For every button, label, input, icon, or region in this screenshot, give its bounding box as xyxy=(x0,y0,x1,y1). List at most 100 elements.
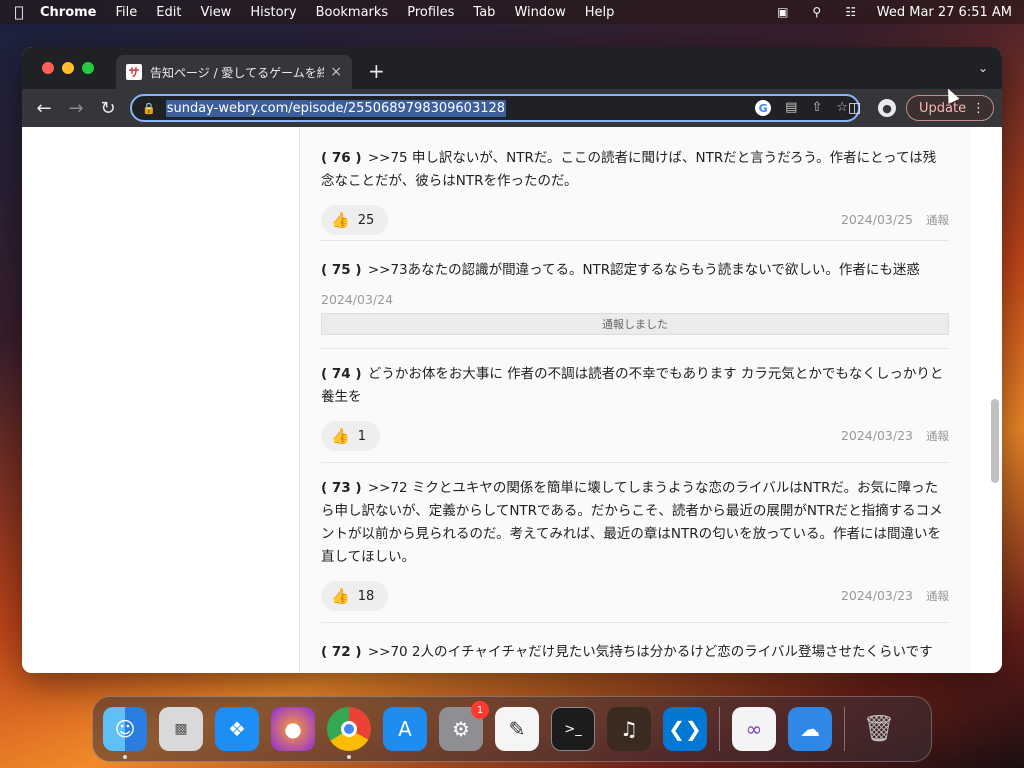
comment-number: ( 72 ) xyxy=(321,644,362,660)
back-button[interactable]: ← xyxy=(28,98,60,119)
side-panel-icon[interactable]: ◫ xyxy=(848,100,861,116)
tab-close-icon[interactable]: × xyxy=(330,64,342,80)
comment-body: >>73あなたの認識が間違ってる。NTR認定するならもう読まないで欲しい。作者に… xyxy=(367,262,920,278)
finder-icon[interactable]: ☺ xyxy=(103,707,147,759)
thumbs-up-icon: 👍 xyxy=(331,427,350,445)
visual-studio-icon[interactable]: ∞ xyxy=(732,707,776,751)
system-settings-icon[interactable]: ⚙ 1 xyxy=(439,701,489,751)
more-menu-icon[interactable]: ⋮ xyxy=(972,101,985,116)
share-icon[interactable]: ⇧ xyxy=(811,100,822,116)
menu-app-name[interactable]: Chrome xyxy=(40,5,97,20)
comment-number: ( 74 ) xyxy=(321,366,362,382)
tab-strip: サ 告知ページ / 愛してるゲームを終 × + ⌄ xyxy=(22,47,1002,89)
menu-profiles[interactable]: Profiles xyxy=(407,5,454,20)
menu-tab[interactable]: Tab xyxy=(473,5,495,20)
reported-notice: 通報しました xyxy=(321,313,949,335)
menu-bookmarks[interactable]: Bookmarks xyxy=(316,5,389,20)
comment-body: >>70 2人のイチャイチャだけ見たい気持ちは分かるけど恋のライバル登場させたく… xyxy=(367,644,933,660)
control-center-icon[interactable]: ☷ xyxy=(843,5,859,19)
spotlight-search-icon[interactable]: ⚲ xyxy=(809,5,825,19)
comment-number: ( 75 ) xyxy=(321,262,362,278)
browser-toolbar: ← → ↻ 🔒 sunday-webry.com/episode/2550689… xyxy=(22,89,1002,127)
url-text[interactable]: sunday-webry.com/episode/255068979830960… xyxy=(165,99,507,117)
screen-mirroring-icon[interactable]: ▣ xyxy=(775,5,791,19)
lock-icon[interactable]: 🔒 xyxy=(142,102,156,115)
page-content: ( 76 ) >>75 申し訳ないが、NTRだ。ここの読者に聞けば、NTRだと言… xyxy=(22,127,1002,673)
comment-text: ( 72 ) >>70 2人のイチャイチャだけ見たい気持ちは分かるけど恋のライバ… xyxy=(321,641,949,664)
profile-avatar-icon[interactable]: ● xyxy=(878,99,896,117)
trash-icon[interactable]: 🗑 xyxy=(857,707,901,751)
like-button[interactable]: 👍 1 xyxy=(321,421,380,451)
menu-edit[interactable]: Edit xyxy=(156,5,181,20)
comment-item: ( 76 ) >>75 申し訳ないが、NTRだ。ここの読者に聞けば、NTRだと言… xyxy=(321,127,949,241)
comment-text: ( 75 ) >>73あなたの認識が間違ってる。NTR認定するならもう読まないで… xyxy=(321,259,949,282)
like-count: 1 xyxy=(357,428,366,444)
update-button-label: Update xyxy=(919,100,967,116)
menu-bar:  Chrome File Edit View History Bookmark… xyxy=(0,0,1024,24)
new-tab-button[interactable]: + xyxy=(368,59,385,83)
menu-help[interactable]: Help xyxy=(585,5,615,20)
scrollbar-thumb[interactable] xyxy=(991,399,999,483)
menu-window[interactable]: Window xyxy=(514,5,565,20)
comment-item: ( 72 ) >>70 2人のイチャイチャだけ見たい気持ちは分かるけど恋のライバ… xyxy=(321,629,949,673)
google-lens-icon[interactable]: G xyxy=(755,100,772,116)
launchpad-icon[interactable]: ▩ xyxy=(159,707,203,751)
translate-icon[interactable]: ▤ xyxy=(785,100,797,116)
app-store-icon[interactable]: A xyxy=(383,707,427,751)
weather-icon[interactable]: ☁ xyxy=(788,707,832,751)
terminal-icon[interactable]: >_ xyxy=(551,707,595,751)
garageband-icon[interactable]: ♫ xyxy=(607,707,651,751)
tab-active[interactable]: サ 告知ページ / 愛してるゲームを終 × xyxy=(116,55,352,89)
menu-view[interactable]: View xyxy=(200,5,231,20)
comment-text: ( 76 ) >>75 申し訳ないが、NTRだ。ここの読者に聞けば、NTRだと言… xyxy=(321,147,949,193)
left-pane xyxy=(22,127,300,673)
menu-file[interactable]: File xyxy=(116,5,138,20)
comment-number: ( 76 ) xyxy=(321,150,362,166)
forward-button[interactable]: → xyxy=(60,98,92,119)
menu-history[interactable]: History xyxy=(250,5,296,20)
textedit-icon[interactable]: ✎ xyxy=(495,707,539,751)
comment-item: ( 75 ) >>73あなたの認識が間違ってる。NTR認定するならもう読まないで… xyxy=(321,241,949,349)
comments-section: ( 76 ) >>75 申し訳ないが、NTRだ。ここの読者に聞けば、NTRだと言… xyxy=(301,127,971,673)
window-controls xyxy=(42,62,94,74)
firefox-icon[interactable]: ● xyxy=(271,707,315,751)
thumbs-up-icon: 👍 xyxy=(331,587,350,605)
browser-window: サ 告知ページ / 愛してるゲームを終 × + ⌄ ← → ↻ 🔒 sunday… xyxy=(22,47,1002,673)
safari-icon[interactable]: ❖ xyxy=(215,707,259,751)
address-bar[interactable]: 🔒 sunday-webry.com/episode/2550689798309… xyxy=(130,94,860,122)
minimize-window-button[interactable] xyxy=(62,62,74,74)
comment-footer: 👍 18 2024/03/23 通報 xyxy=(321,581,949,611)
report-link[interactable]: 通報 xyxy=(926,588,949,604)
dock-separator xyxy=(844,707,845,751)
comment-number: ( 73 ) xyxy=(321,480,362,496)
zoom-window-button[interactable] xyxy=(82,62,94,74)
report-link[interactable]: 通報 xyxy=(926,212,949,228)
comment-item: ( 73 ) >>72 ミクとユキヤの関係を簡単に壊してしまうような恋のライバル… xyxy=(321,463,949,623)
comment-footer: 👍 25 2024/03/25 通報 xyxy=(321,205,949,235)
like-count: 25 xyxy=(357,212,375,228)
close-window-button[interactable] xyxy=(42,62,54,74)
menubar-clock[interactable]: Wed Mar 27 6:51 AM xyxy=(877,5,1012,20)
chrome-icon[interactable] xyxy=(327,707,371,759)
comment-footer: 👍 1 2024/03/23 通報 xyxy=(321,421,949,451)
dock-separator xyxy=(719,707,720,751)
like-button[interactable]: 👍 25 xyxy=(321,205,389,235)
bookmark-star-icon[interactable]: ☆ xyxy=(836,100,848,116)
reload-button[interactable]: ↻ xyxy=(92,98,124,119)
comment-body: どうかお体をお大事に 作者の不調は読者の不幸でもあります カラ元気とかでもなくし… xyxy=(321,366,944,405)
notification-badge: 1 xyxy=(471,701,489,719)
comment-item: ( 74 ) どうかお体をお大事に 作者の不調は読者の不幸でもあります カラ元気… xyxy=(321,349,949,463)
vscode-icon[interactable]: ❮❯ xyxy=(663,707,707,751)
tab-title: 告知ページ / 愛してるゲームを終 xyxy=(150,65,325,80)
comment-body: >>75 申し訳ないが、NTRだ。ここの読者に聞けば、NTRだと言うだろう。作者… xyxy=(321,150,937,189)
report-link[interactable]: 通報 xyxy=(926,428,949,444)
tab-search-chevron-icon[interactable]: ⌄ xyxy=(978,61,988,75)
comment-text: ( 74 ) どうかお体をお大事に 作者の不調は読者の不幸でもあります カラ元気… xyxy=(321,363,949,409)
like-button[interactable]: 👍 18 xyxy=(321,581,389,611)
site-favicon-icon: サ xyxy=(126,64,142,80)
apple-icon[interactable]:  xyxy=(12,3,26,21)
dock: ☺ ▩ ❖ ● A ⚙ 1 ✎ >_ ♫ ❮❯ ∞ ☁ 🗑 xyxy=(92,696,932,762)
comment-text: ( 73 ) >>72 ミクとユキヤの関係を簡単に壊してしまうような恋のライバル… xyxy=(321,477,949,569)
comment-date: 2024/03/24 xyxy=(321,292,394,307)
comment-date: 2024/03/25 xyxy=(840,212,913,227)
